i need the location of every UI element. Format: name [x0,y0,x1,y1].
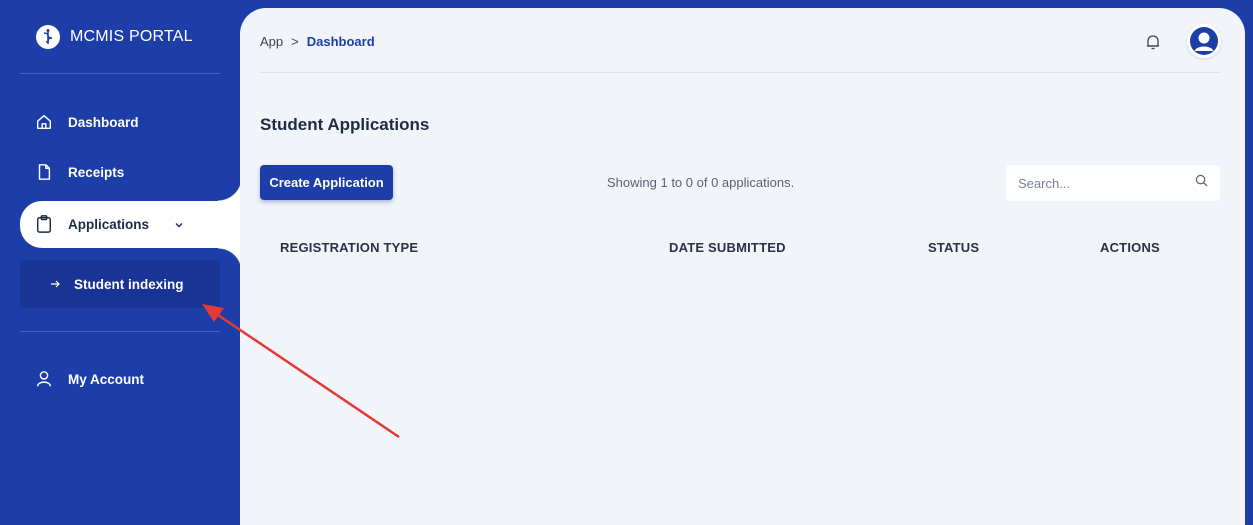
search-input[interactable] [1018,175,1195,191]
create-application-button[interactable]: Create Application [260,165,393,200]
file-icon [34,162,54,182]
sidebar-divider [20,331,220,332]
breadcrumb: App > Dashboard [260,34,375,49]
user-icon [34,369,54,389]
sidebar-item-applications[interactable]: Applications [20,204,220,244]
column-header-registration-type[interactable]: REGISTRATION TYPE [280,240,418,255]
breadcrumb-root[interactable]: App [260,34,283,49]
chevron-down-icon[interactable] [174,218,184,233]
sidebar: MCMIS PORTAL Dashboard Receipts Applicat… [0,0,242,525]
user-avatar-icon [1190,27,1218,55]
active-tab-curve [218,248,242,272]
header-divider [260,72,1220,73]
sidebar-item-receipts[interactable]: Receipts [20,152,220,192]
active-tab-curve [218,177,242,201]
sidebar-item-label: Applications [68,216,150,232]
page-title: Student Applications [260,115,430,134]
sidebar-subitem-label: Student indexing [74,276,184,292]
bell-icon[interactable] [1143,32,1163,52]
active-tab-background: Applications [20,201,242,248]
column-header-actions[interactable]: ACTIONS [1100,240,1160,255]
arrow-right-icon [50,277,60,292]
sidebar-item-label: Receipts [68,164,125,180]
breadcrumb-current: Dashboard [306,34,375,49]
main-content: App > Dashboard Student Applications Cre… [240,8,1245,525]
clipboard-icon [34,214,54,234]
caduceus-logo-icon [36,25,60,49]
search-icon[interactable] [1195,174,1208,192]
avatar[interactable] [1187,24,1221,58]
pagination-info: Showing 1 to 0 of 0 applications. [607,175,795,190]
home-icon [34,112,54,132]
column-header-status[interactable]: STATUS [928,240,979,255]
sidebar-item-my-account[interactable]: My Account [20,359,220,399]
brand-title: MCMIS PORTAL [70,28,193,45]
sidebar-item-dashboard[interactable]: Dashboard [20,102,220,142]
sidebar-item-label: My Account [68,371,145,387]
breadcrumb-separator: > [291,34,299,49]
brand[interactable]: MCMIS PORTAL [36,24,193,50]
sidebar-subitem-student-indexing[interactable]: Student indexing [20,260,220,308]
column-header-date-submitted[interactable]: DATE SUBMITTED [669,240,786,255]
sidebar-item-label: Dashboard [68,114,139,130]
search-box[interactable] [1006,165,1220,201]
sidebar-divider [20,73,220,74]
